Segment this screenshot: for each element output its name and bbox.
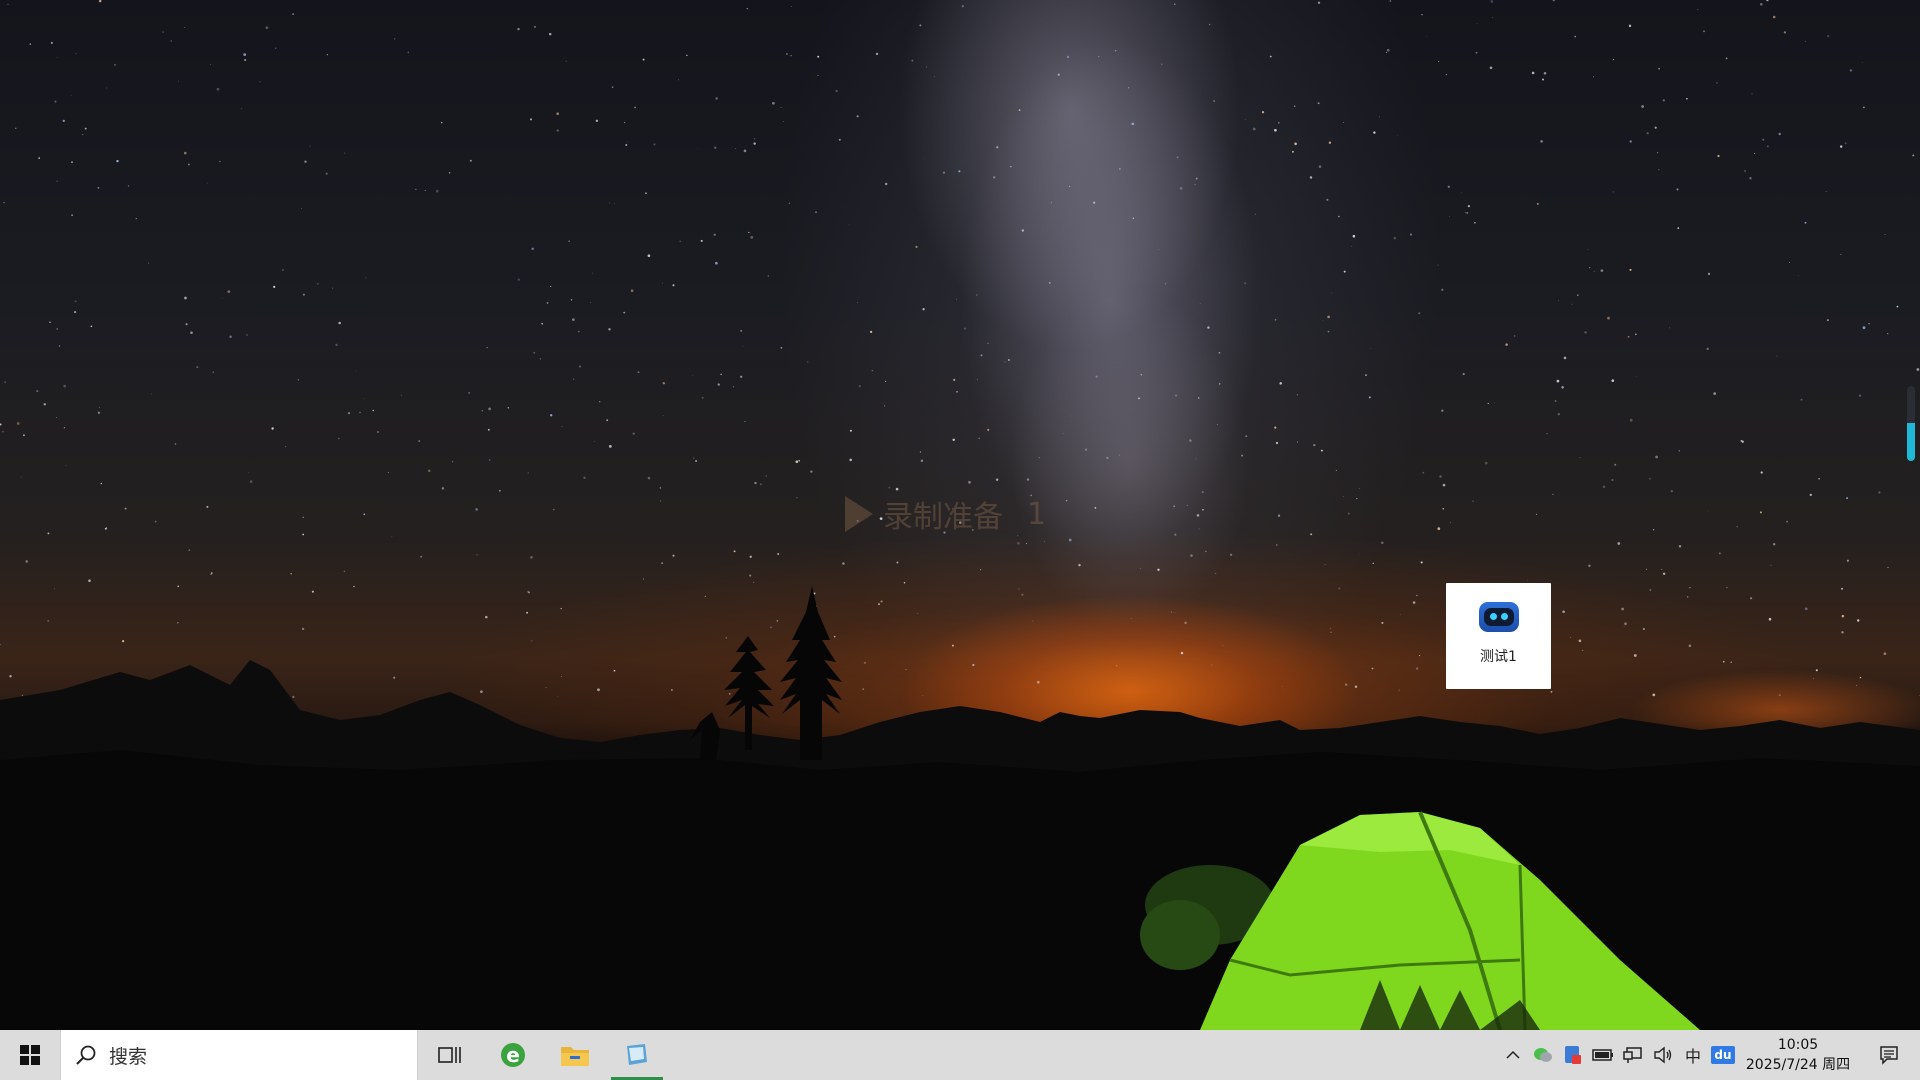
- tray-battery[interactable]: [1588, 1030, 1618, 1080]
- file-explorer-button[interactable]: [544, 1030, 606, 1080]
- network-icon: [1623, 1047, 1642, 1063]
- taskbar-clock[interactable]: 10:05 2025/7/24 周四: [1738, 1030, 1858, 1080]
- chevron-up-icon: [1506, 1050, 1520, 1059]
- floating-side-widget[interactable]: [1907, 386, 1915, 461]
- search-label: 搜索: [109, 1045, 148, 1068]
- system-tray: 中 du 10:05 2025/7/24 周四: [1498, 1030, 1920, 1080]
- svg-text:e: e: [506, 1043, 520, 1067]
- taskbar: 搜索 e 中 du 10:05 2025/7/24 周四: [0, 1030, 1920, 1080]
- watermark-text: 录制准备: [883, 500, 1003, 535]
- wechat-icon: [1534, 1048, 1552, 1062]
- tray-app-badge[interactable]: [1558, 1030, 1588, 1080]
- action-center-button[interactable]: [1858, 1030, 1920, 1080]
- edge-icon: e: [501, 1043, 525, 1067]
- windows-logo-icon: [20, 1045, 40, 1065]
- show-hidden-icons-button[interactable]: [1498, 1030, 1528, 1080]
- side-widget-indicator: [1907, 423, 1915, 461]
- tray-wechat[interactable]: [1528, 1030, 1558, 1080]
- baidu-icon: du: [1711, 1046, 1735, 1064]
- task-view-button[interactable]: [418, 1030, 482, 1080]
- tray-baidu[interactable]: du: [1708, 1030, 1738, 1080]
- desktop-shortcut-test1[interactable]: 测试1: [1446, 583, 1551, 689]
- tray-volume[interactable]: [1648, 1030, 1678, 1080]
- tray-input-method[interactable]: 中: [1678, 1030, 1708, 1080]
- watermark-count: 1: [1027, 496, 1047, 532]
- taskbar-search-box[interactable]: 搜索: [60, 1030, 418, 1080]
- edge-browser-button[interactable]: e: [482, 1030, 544, 1080]
- app-icon: [627, 1044, 647, 1065]
- speaker-icon: [1654, 1046, 1672, 1064]
- recording-watermark: 录制准备 1: [845, 492, 1046, 536]
- ime-label: 中: [1684, 1047, 1701, 1066]
- start-button[interactable]: [0, 1030, 60, 1080]
- folder-icon: [561, 1047, 589, 1066]
- task-view-icon: [438, 1047, 461, 1063]
- battery-icon: [1592, 1049, 1613, 1061]
- clock-time: 10:05: [1777, 1037, 1819, 1053]
- play-icon: [845, 496, 873, 532]
- tray-network[interactable]: [1618, 1030, 1648, 1080]
- search-icon: [76, 1045, 96, 1065]
- app-update-icon: [1565, 1046, 1581, 1064]
- robot-app-icon: [1478, 602, 1519, 632]
- clock-date: 2025/7/24 周四: [1745, 1057, 1851, 1073]
- notification-icon: [1880, 1046, 1898, 1065]
- running-app-button[interactable]: [606, 1030, 668, 1080]
- desktop-shortcut-label: 测试1: [1480, 649, 1517, 665]
